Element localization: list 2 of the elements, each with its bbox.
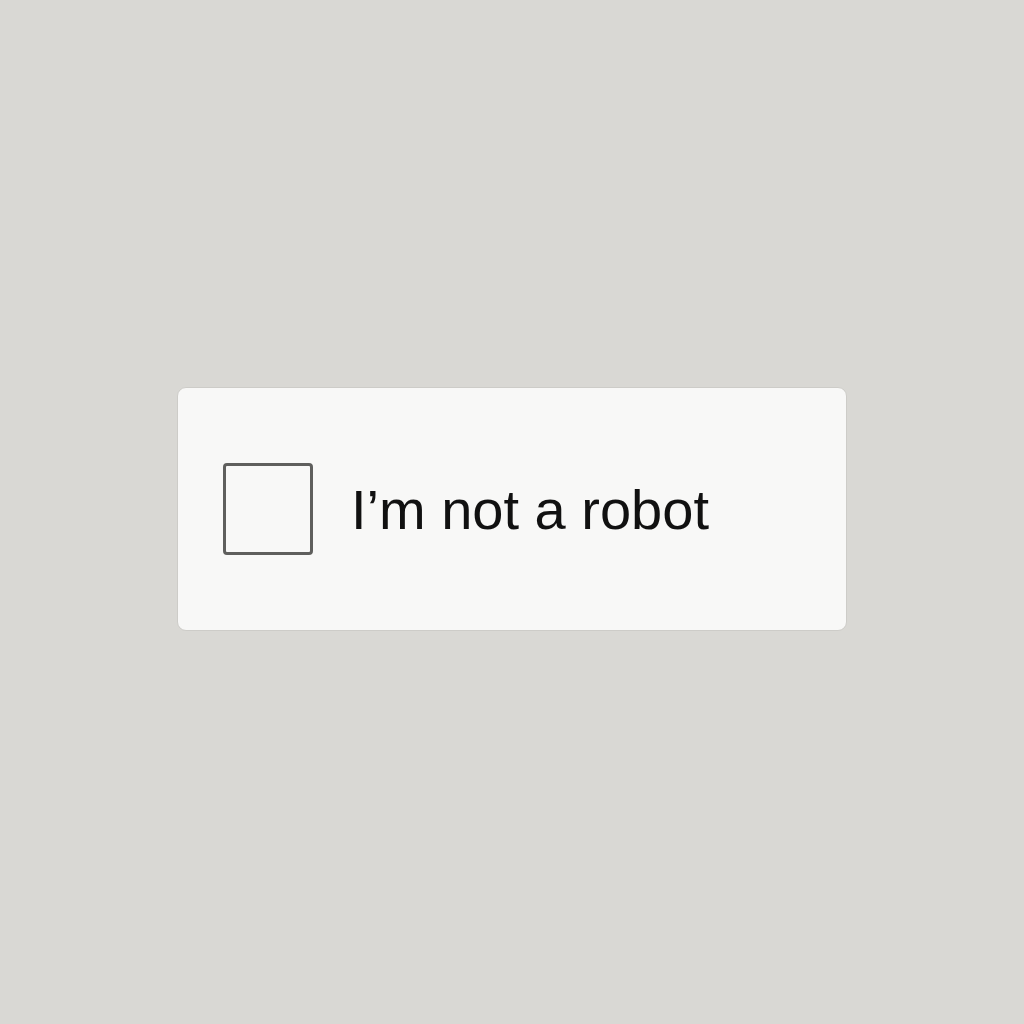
checkbox[interactable]	[223, 463, 313, 555]
checkbox-label: I’m not a robot	[351, 476, 709, 542]
